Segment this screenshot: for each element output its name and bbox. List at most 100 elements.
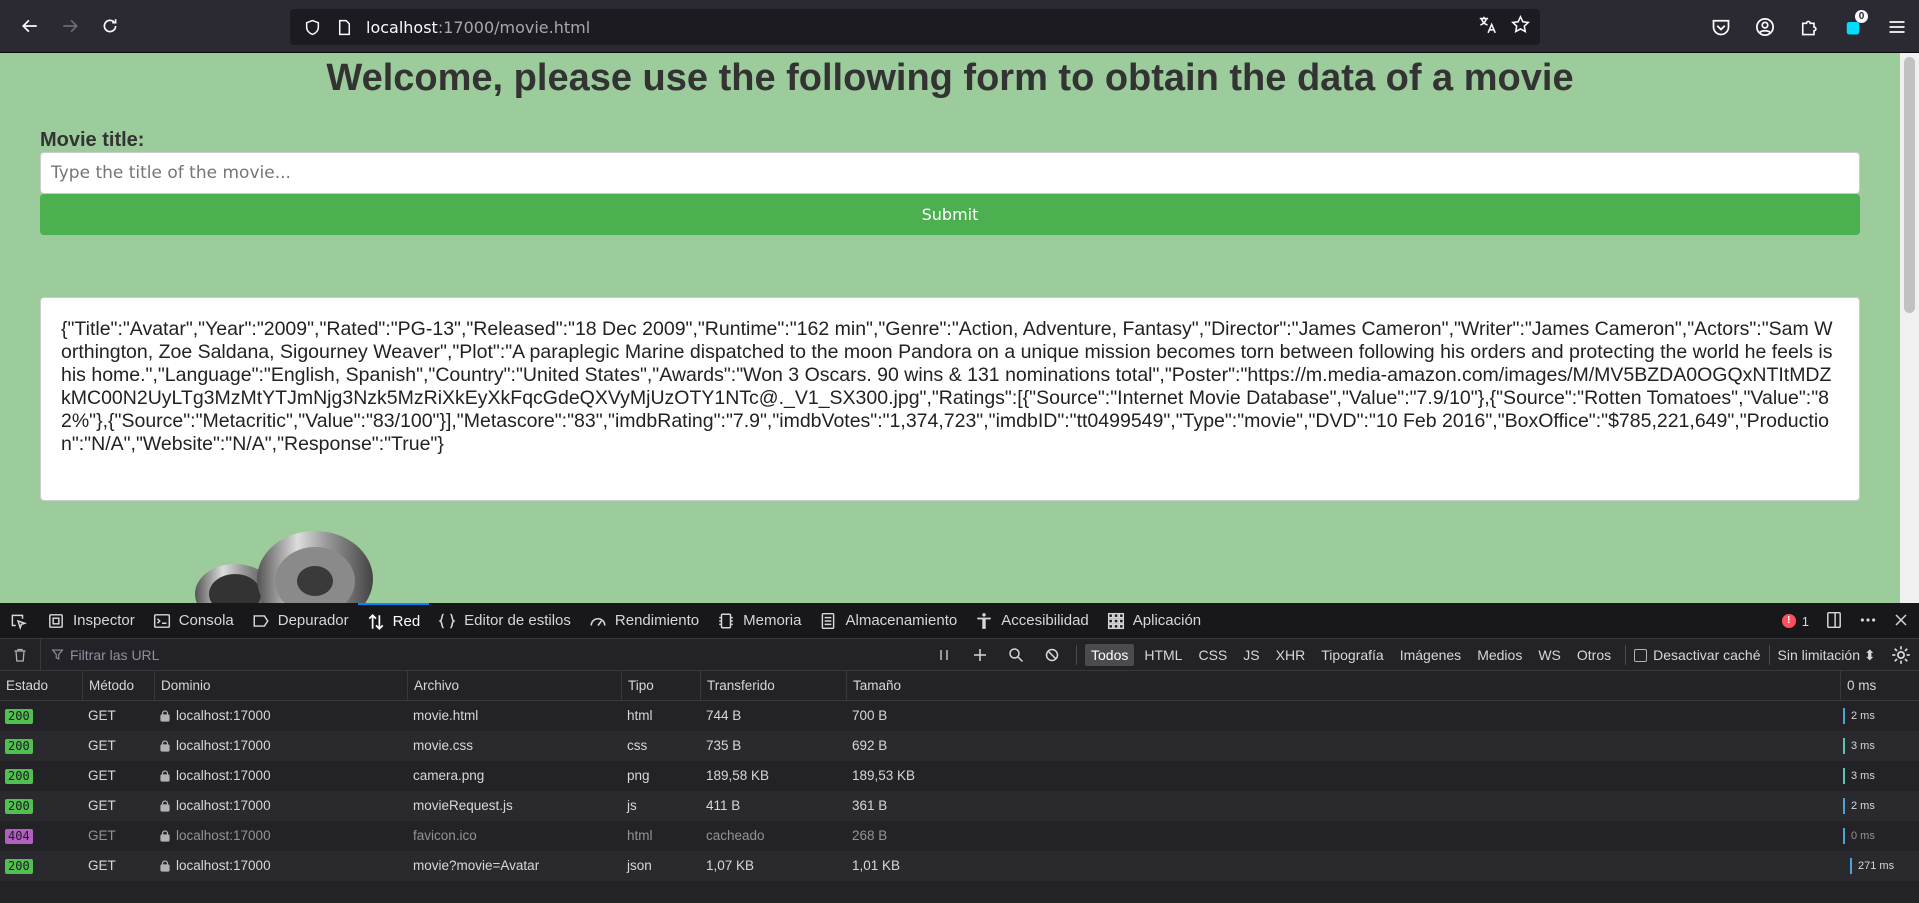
- table-row[interactable]: 404 GET localhost:17000 favicon.ico html cach…: [0, 821, 1919, 851]
- column-domain[interactable]: Dominio: [154, 671, 211, 701]
- accessibility-icon: [977, 612, 991, 629]
- filter-type-all[interactable]: Todos: [1085, 644, 1135, 666]
- filter-type-js[interactable]: JS: [1237, 644, 1265, 666]
- request-file: movie?movie=Avatar: [413, 858, 540, 873]
- search-button[interactable]: [1000, 639, 1032, 671]
- more-options-icon[interactable]: [1859, 611, 1877, 632]
- pocket-button[interactable]: [1699, 5, 1743, 49]
- tab-debugger[interactable]: Depurador: [243, 603, 358, 639]
- extension-button[interactable]: 0: [1831, 5, 1875, 49]
- column-type[interactable]: Tipo: [621, 671, 654, 701]
- application-icon: [1107, 612, 1124, 629]
- filter-type-other[interactable]: Otros: [1571, 644, 1617, 666]
- tab-accessibility[interactable]: Accesibilidad: [966, 603, 1098, 639]
- request-transferred: 411 B: [706, 798, 741, 813]
- reload-icon: [103, 19, 117, 33]
- request-file: favicon.ico: [413, 828, 477, 843]
- request-method: GET: [88, 798, 116, 813]
- tab-network[interactable]: Red: [357, 602, 430, 639]
- shield-icon[interactable]: [302, 17, 322, 37]
- movie-title-label: Movie title:: [40, 129, 145, 151]
- error-count-button[interactable]: ! 1: [1781, 614, 1809, 629]
- network-filter-bar: Filtrar las URL Todos HTML CSS JS XHR Ti…: [0, 638, 1919, 671]
- pause-button[interactable]: [928, 639, 960, 671]
- scrollbar-thumb[interactable]: [1904, 57, 1915, 313]
- request-file: movie.html: [413, 708, 479, 723]
- tab-performance[interactable]: Rendimiento: [580, 603, 708, 639]
- filter-type-xhr[interactable]: XHR: [1270, 644, 1312, 666]
- submit-button[interactable]: Submit: [40, 194, 1860, 235]
- browser-toolbar: localhost:17000/movie.html 0: [0, 0, 1919, 53]
- devtools-panel: Inspector Consola Depurador Red Editor d…: [0, 602, 1919, 903]
- back-button[interactable]: [10, 6, 50, 46]
- status-badge: 200: [0, 761, 33, 791]
- tab-style-editor[interactable]: Editor de estilos: [429, 603, 580, 639]
- filter-type-html[interactable]: HTML: [1138, 644, 1188, 666]
- translate-icon[interactable]: [1478, 15, 1497, 39]
- performance-icon: [590, 617, 606, 626]
- request-time: 2 ms: [1851, 800, 1875, 812]
- column-file[interactable]: Archivo: [407, 671, 459, 701]
- url-bar[interactable]: localhost:17000/movie.html: [290, 9, 1540, 45]
- column-transferred[interactable]: Transferido: [700, 671, 775, 701]
- request-time: 0 ms: [1851, 830, 1875, 842]
- page-icon[interactable]: [334, 17, 354, 37]
- search-icon: [1009, 648, 1024, 663]
- table-row[interactable]: 200 GET localhost:17000 movieRequest.js js 41…: [0, 791, 1919, 821]
- element-picker-button[interactable]: [0, 603, 38, 639]
- url-text[interactable]: localhost:17000/movie.html: [366, 18, 590, 37]
- error-icon: !: [1781, 614, 1796, 628]
- column-status[interactable]: Estado: [0, 671, 48, 701]
- filter-urls-input[interactable]: Filtrar las URL: [40, 638, 920, 671]
- filter-type-media[interactable]: Medios: [1471, 644, 1528, 666]
- account-button[interactable]: [1743, 5, 1787, 49]
- add-request-button[interactable]: [964, 639, 996, 671]
- tab-storage[interactable]: Almacenamiento: [810, 603, 966, 639]
- filter-type-css[interactable]: CSS: [1192, 644, 1233, 666]
- forward-button[interactable]: [50, 6, 90, 46]
- tab-console[interactable]: Consola: [144, 603, 243, 639]
- column-waterfall[interactable]: 0 ms: [1840, 671, 1876, 701]
- reload-button[interactable]: [90, 6, 130, 46]
- filter-type-fonts[interactable]: Tipografía: [1315, 644, 1390, 666]
- pause-icon: [940, 650, 948, 660]
- divider: [1768, 645, 1770, 665]
- dock-side-icon[interactable]: [1825, 611, 1843, 632]
- filter-type-images[interactable]: Imágenes: [1394, 644, 1467, 666]
- status-badge: 200: [0, 791, 33, 821]
- table-row[interactable]: 200 GET localhost:17000 movie.css css 735 B 69…: [0, 731, 1919, 761]
- extensions-button[interactable]: [1787, 5, 1831, 49]
- status-badge: 200: [0, 851, 33, 881]
- column-method[interactable]: Método: [82, 671, 134, 701]
- tab-application[interactable]: Aplicación: [1098, 603, 1210, 639]
- settings-gear-icon[interactable]: [1891, 645, 1911, 665]
- table-row[interactable]: 200 GET localhost:17000 movie.html html 744 B…: [0, 701, 1919, 731]
- request-file: movieRequest.js: [413, 798, 513, 813]
- menu-button[interactable]: [1875, 5, 1919, 49]
- tab-memory[interactable]: Memoria: [708, 603, 810, 639]
- block-requests-button[interactable]: [1036, 639, 1068, 671]
- column-size[interactable]: Tamaño: [846, 671, 901, 701]
- filter-type-ws[interactable]: WS: [1532, 644, 1567, 666]
- table-row[interactable]: 200 GET localhost:17000 movie?movie=Avatar j…: [0, 851, 1919, 881]
- camera-image: [195, 531, 373, 603]
- bookmark-star-icon[interactable]: [1511, 14, 1530, 39]
- request-time: 271 ms: [1858, 860, 1895, 872]
- close-devtools-icon[interactable]: [1893, 612, 1909, 631]
- throttling-select[interactable]: Sin limitación ⬍: [1778, 647, 1876, 664]
- page-scrollbar[interactable]: [1900, 53, 1919, 603]
- request-domain: localhost:17000: [154, 761, 271, 791]
- disable-cache-checkbox[interactable]: Desactivar caché: [1634, 647, 1761, 663]
- request-transferred: 744 B: [706, 708, 742, 723]
- block-icon: [1045, 648, 1059, 662]
- plus-icon: [974, 649, 986, 661]
- request-type: html: [627, 708, 653, 723]
- request-time: 3 ms: [1851, 770, 1875, 782]
- tab-inspector[interactable]: Inspector: [38, 603, 144, 639]
- movie-title-input[interactable]: [40, 152, 1860, 194]
- request-size: 700 B: [852, 708, 888, 723]
- request-file: camera.png: [413, 768, 485, 783]
- clear-requests-button[interactable]: [0, 647, 40, 663]
- table-row[interactable]: 200 GET localhost:17000 camera.png png 189,58…: [0, 761, 1919, 791]
- network-icon: [368, 613, 383, 630]
